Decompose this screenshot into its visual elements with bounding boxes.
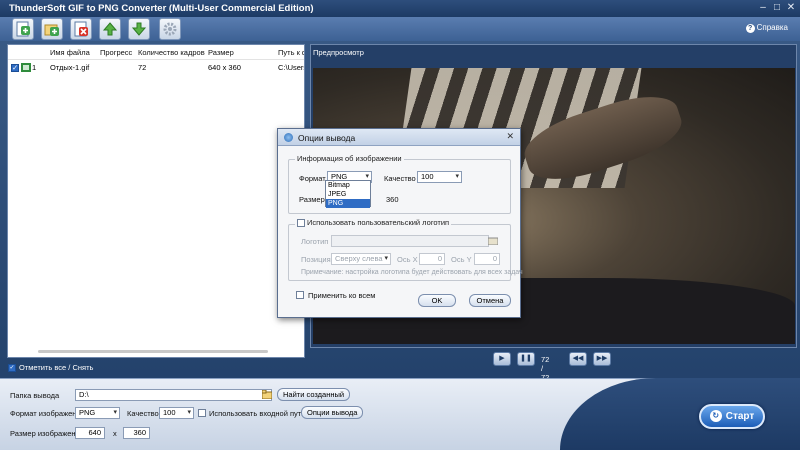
table-row[interactable]: ✓ 1 Отдых-1.gif 72 640 x 360 C:\Users\ bbox=[8, 61, 304, 75]
height-input[interactable]: 360 bbox=[123, 427, 150, 439]
preview-title: Предпросмотр bbox=[313, 48, 364, 57]
row-index: 1 bbox=[32, 63, 37, 72]
format-dropdown-list[interactable]: Bitmap JPEG PNG bbox=[325, 180, 371, 208]
arrow-down-icon bbox=[131, 22, 147, 36]
gif-file-icon bbox=[21, 63, 31, 72]
dialog-quality-select[interactable]: 100 bbox=[417, 171, 462, 183]
output-folder-input[interactable]: D:\ bbox=[75, 389, 272, 401]
output-options-button[interactable]: Опции вывода bbox=[301, 406, 364, 419]
axis-x-input[interactable]: 0 bbox=[419, 253, 445, 265]
last-frame-button[interactable]: ▶▶ bbox=[593, 352, 611, 366]
image-info-group: Информация об изображении Формат PNG Кач… bbox=[288, 154, 511, 214]
format-option-png[interactable]: PNG bbox=[326, 199, 370, 208]
close-icon[interactable]: ✕ bbox=[784, 1, 798, 15]
select-all-label: Отметить все / Снять bbox=[19, 363, 94, 372]
play-button[interactable]: ▶ bbox=[493, 352, 511, 366]
cancel-button[interactable]: Отмена bbox=[469, 294, 511, 307]
dialog-quality-label: Качество bbox=[384, 174, 416, 183]
column-header-name[interactable]: Имя файла bbox=[50, 48, 90, 57]
row-frames: 72 bbox=[138, 63, 147, 72]
find-created-button[interactable]: Найти созданный bbox=[277, 388, 351, 401]
refresh-icon: ↻ bbox=[709, 410, 722, 423]
folder-icon[interactable] bbox=[262, 390, 272, 399]
gear-icon bbox=[163, 22, 177, 36]
dialog-title-bar: Опции вывода ✕ bbox=[278, 129, 520, 146]
select-all-checkbox[interactable]: ✓ bbox=[8, 364, 16, 373]
title-bar: ThunderSoft GIF to PNG Converter (Multi-… bbox=[0, 0, 800, 17]
quality-label: Качество bbox=[127, 409, 159, 418]
add-folder-icon bbox=[44, 24, 59, 36]
column-header-size[interactable]: Размер bbox=[208, 48, 234, 57]
file-list[interactable]: Имя файла Прогресс Количество кадров Раз… bbox=[7, 44, 305, 358]
column-header-path[interactable]: Путь к ф bbox=[278, 48, 304, 57]
row-path: C:\Users\ bbox=[278, 63, 304, 72]
maximize-icon[interactable]: □ bbox=[770, 1, 784, 15]
start-button[interactable]: ↻ Старт bbox=[699, 404, 765, 429]
apply-all-label: Применить ко всем bbox=[308, 291, 376, 300]
add-files-button[interactable] bbox=[12, 18, 34, 40]
output-options-dialog: Опции вывода ✕ Информация об изображении… bbox=[277, 128, 523, 318]
position-label: Позиция bbox=[301, 255, 331, 264]
move-down-button[interactable] bbox=[128, 18, 150, 40]
size-separator: x bbox=[113, 429, 117, 438]
ok-button[interactable]: OK bbox=[418, 294, 456, 307]
use-logo-checkbox[interactable] bbox=[297, 219, 305, 228]
position-select[interactable]: Сверху слева bbox=[331, 253, 391, 265]
dialog-close-icon[interactable]: ✕ bbox=[506, 131, 514, 142]
dialog-title: Опции вывода bbox=[298, 133, 356, 143]
window-title: ThunderSoft GIF to PNG Converter (Multi-… bbox=[9, 3, 314, 14]
help-icon: ? bbox=[745, 24, 755, 33]
move-up-button[interactable] bbox=[99, 18, 121, 40]
remove-icon bbox=[74, 21, 88, 37]
start-label: Старт bbox=[725, 411, 755, 422]
logo-path-input[interactable] bbox=[331, 235, 489, 247]
dialog-format-label: Формат bbox=[299, 174, 326, 183]
settings-button[interactable] bbox=[159, 18, 181, 40]
use-input-path-label: Использовать входной путь bbox=[209, 409, 306, 418]
dialog-height-value[interactable]: 360 bbox=[386, 195, 399, 204]
row-file-name: Отдых-1.gif bbox=[50, 63, 90, 72]
remove-button[interactable] bbox=[70, 18, 92, 40]
dialog-size-label: Размер bbox=[299, 195, 325, 204]
horizontal-scrollbar[interactable] bbox=[38, 350, 268, 353]
app-icon bbox=[284, 133, 293, 142]
logo-label: Логотип bbox=[301, 237, 329, 246]
axis-y-input[interactable]: 0 bbox=[474, 253, 500, 265]
toolbar: ? Справка bbox=[0, 17, 800, 41]
axis-x-label: Ось X bbox=[397, 255, 418, 264]
minimize-icon[interactable]: – bbox=[756, 1, 770, 15]
help-link[interactable]: ? Справка bbox=[745, 23, 788, 33]
row-checkbox[interactable]: ✓ bbox=[11, 64, 19, 72]
help-label: Справка bbox=[756, 23, 788, 32]
format-option-bitmap[interactable]: Bitmap bbox=[326, 181, 370, 190]
image-info-group-label: Информация об изображении bbox=[295, 154, 404, 163]
image-format-label: Формат изображения bbox=[10, 409, 85, 418]
column-header-frames[interactable]: Количество кадров bbox=[138, 48, 205, 57]
logo-note: Примечание: настройка логотипа будет дей… bbox=[301, 269, 523, 276]
column-header-progress[interactable]: Прогресс bbox=[100, 48, 132, 57]
add-folder-button[interactable] bbox=[41, 18, 63, 40]
format-option-jpeg[interactable]: JPEG bbox=[326, 190, 370, 199]
select-all-toggle[interactable]: ✓ Отметить все / Снять bbox=[8, 363, 94, 373]
pause-button[interactable]: ❚❚ bbox=[517, 352, 535, 366]
logo-folder-icon[interactable] bbox=[488, 236, 498, 245]
apply-all-checkbox[interactable] bbox=[296, 291, 304, 299]
use-logo-label: Использовать пользовательский логотип bbox=[307, 218, 450, 227]
add-file-icon bbox=[16, 21, 30, 37]
app-window: ThunderSoft GIF to PNG Converter (Multi-… bbox=[0, 0, 800, 450]
image-size-label: Размер изображения bbox=[10, 429, 84, 438]
row-size: 640 x 360 bbox=[208, 63, 241, 72]
use-input-path-checkbox[interactable] bbox=[198, 409, 206, 417]
quality-select[interactable]: 100 bbox=[159, 407, 194, 419]
logo-group-header: Использовать пользовательский логотип bbox=[295, 218, 452, 228]
arrow-up-icon bbox=[102, 22, 118, 36]
width-input[interactable]: 640 bbox=[75, 427, 105, 439]
first-frame-button[interactable]: ◀◀ bbox=[569, 352, 587, 366]
logo-group: Использовать пользовательский логотип Ло… bbox=[288, 218, 523, 281]
file-list-header: Имя файла Прогресс Количество кадров Раз… bbox=[8, 45, 304, 60]
image-format-select[interactable]: PNG bbox=[75, 407, 120, 419]
output-folder-label: Папка вывода bbox=[10, 391, 60, 400]
axis-y-label: Ось Y bbox=[451, 255, 472, 264]
